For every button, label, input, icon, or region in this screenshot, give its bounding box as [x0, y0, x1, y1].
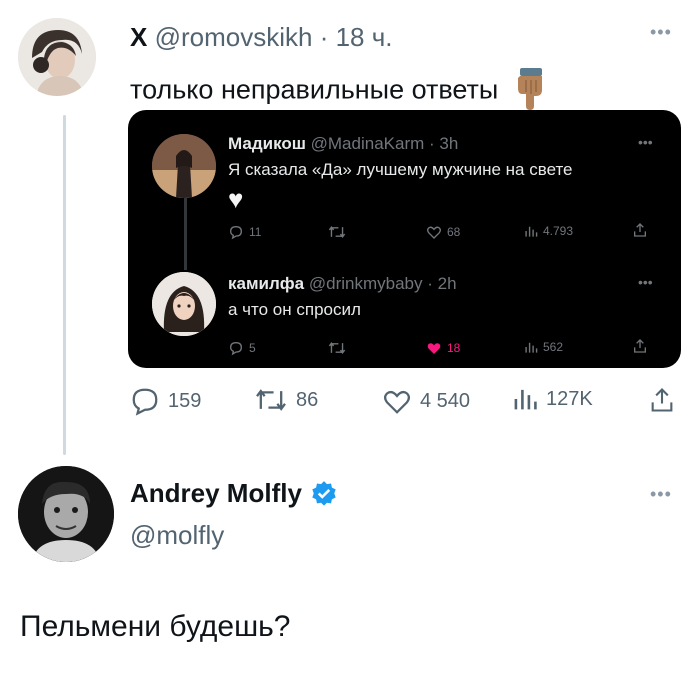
reply-count: 159 [168, 389, 202, 412]
thread-connector-line [63, 115, 66, 455]
retweet-icon [256, 389, 286, 411]
reply-icon [229, 225, 243, 240]
reply2-like-button[interactable]: 18 [426, 340, 460, 356]
avatar-photo-icon [152, 134, 216, 198]
avatar-photo-icon [18, 466, 114, 562]
reply2-view-count: 562 [543, 340, 564, 354]
avatar-kamilfa [152, 272, 216, 336]
reply1-name-row: Мадикош @MadinaKarm · 3h [228, 134, 458, 154]
share-icon [634, 339, 646, 353]
verified-badge-icon [312, 480, 336, 506]
avatar-photo-icon [18, 18, 96, 96]
reply-icon [229, 341, 243, 356]
reply1-reply-button[interactable]: 11 [228, 224, 261, 240]
reply2-reply-button[interactable]: 5 [228, 340, 256, 356]
reply-icon [132, 388, 158, 416]
reply1-time: · 3h [429, 134, 459, 153]
tweet1-more-icon[interactable]: ••• [650, 22, 672, 43]
reply2-share-button[interactable] [632, 338, 648, 354]
tweet1-time[interactable]: 18 ч. [336, 22, 393, 52]
separator: · [319, 22, 329, 52]
white-heart-icon: ♥ [228, 184, 244, 214]
share-button[interactable] [648, 386, 676, 414]
reply2-name-row: камилфа @drinkmybaby · 2h [228, 274, 457, 294]
reply1-text: Я сказала «Да» лучшему мужчине на свете [228, 160, 573, 179]
tweet2-text: Пельмени будешь? [20, 610, 291, 643]
share-icon [634, 223, 646, 237]
reply1-share-button[interactable] [632, 222, 648, 238]
avatar-illustration-icon [152, 272, 216, 336]
tweet1-text: только неправильные ответы [130, 74, 499, 105]
views-button[interactable]: 127K [512, 386, 593, 412]
like-count: 4 540 [420, 389, 471, 412]
heart-outline-icon [384, 390, 410, 414]
tweet1-header: X @romovskikh · 18 ч. [130, 22, 393, 53]
reply-button[interactable]: 159 [130, 386, 201, 416]
reply1-views[interactable]: 4.793 [524, 224, 573, 238]
tweet2-name[interactable]: Andrey Molfly [130, 478, 302, 509]
tweet1-handle[interactable]: @romovskikh [155, 22, 313, 52]
views-icon [525, 342, 538, 353]
reply1-view-count: 4.793 [543, 224, 574, 238]
reply2-like-count: 18 [447, 341, 461, 355]
tweet2-name-row: Andrey Molfly [130, 478, 338, 509]
embedded-screenshot[interactable]: Мадикош @MadinaKarm · 3h ••• Я сказала «… [128, 110, 681, 368]
reply2-name[interactable]: камилфа [228, 274, 304, 293]
reply2-views[interactable]: 562 [524, 340, 563, 354]
heart-filled-icon [427, 343, 441, 354]
embed-thread-line [184, 188, 187, 270]
retweet-button[interactable]: 86 [254, 386, 318, 414]
reply2-more-icon[interactable]: ••• [638, 274, 653, 290]
views-icon [514, 389, 537, 410]
reply2-reply-count: 5 [249, 341, 256, 355]
platform-x-mark[interactable]: X [130, 22, 147, 52]
reply2-time: · 2h [427, 274, 457, 293]
avatar-andrey-molfly[interactable] [18, 466, 114, 562]
heart-outline-icon [427, 226, 441, 239]
reply1-like-button[interactable]: 68 [426, 224, 460, 240]
retweet-icon [328, 226, 346, 238]
reply1-handle[interactable]: @MadinaKarm [311, 134, 425, 153]
avatar-madikosh [152, 134, 216, 198]
tweet2-more-icon[interactable]: ••• [650, 484, 672, 505]
share-icon [651, 388, 673, 412]
views-icon [525, 226, 538, 237]
retweet-icon [328, 342, 346, 354]
reply1-like-count: 68 [447, 225, 461, 239]
avatar-romovskikh[interactable] [18, 18, 96, 96]
reply1-more-icon[interactable]: ••• [638, 134, 653, 150]
reply2-text: а что он спросил [228, 300, 361, 319]
reply2-retweet-button[interactable] [328, 340, 346, 356]
reply1-retweet-button[interactable] [328, 224, 346, 240]
retweet-count: 86 [296, 388, 319, 411]
reply1-reply-count: 11 [249, 225, 262, 239]
like-button[interactable]: 4 540 [382, 386, 470, 416]
view-count: 127K [546, 387, 593, 410]
tweet2-handle[interactable]: @molfly [130, 520, 224, 551]
reply2-handle[interactable]: @drinkmybaby [309, 274, 423, 293]
reply1-name[interactable]: Мадикош [228, 134, 306, 153]
